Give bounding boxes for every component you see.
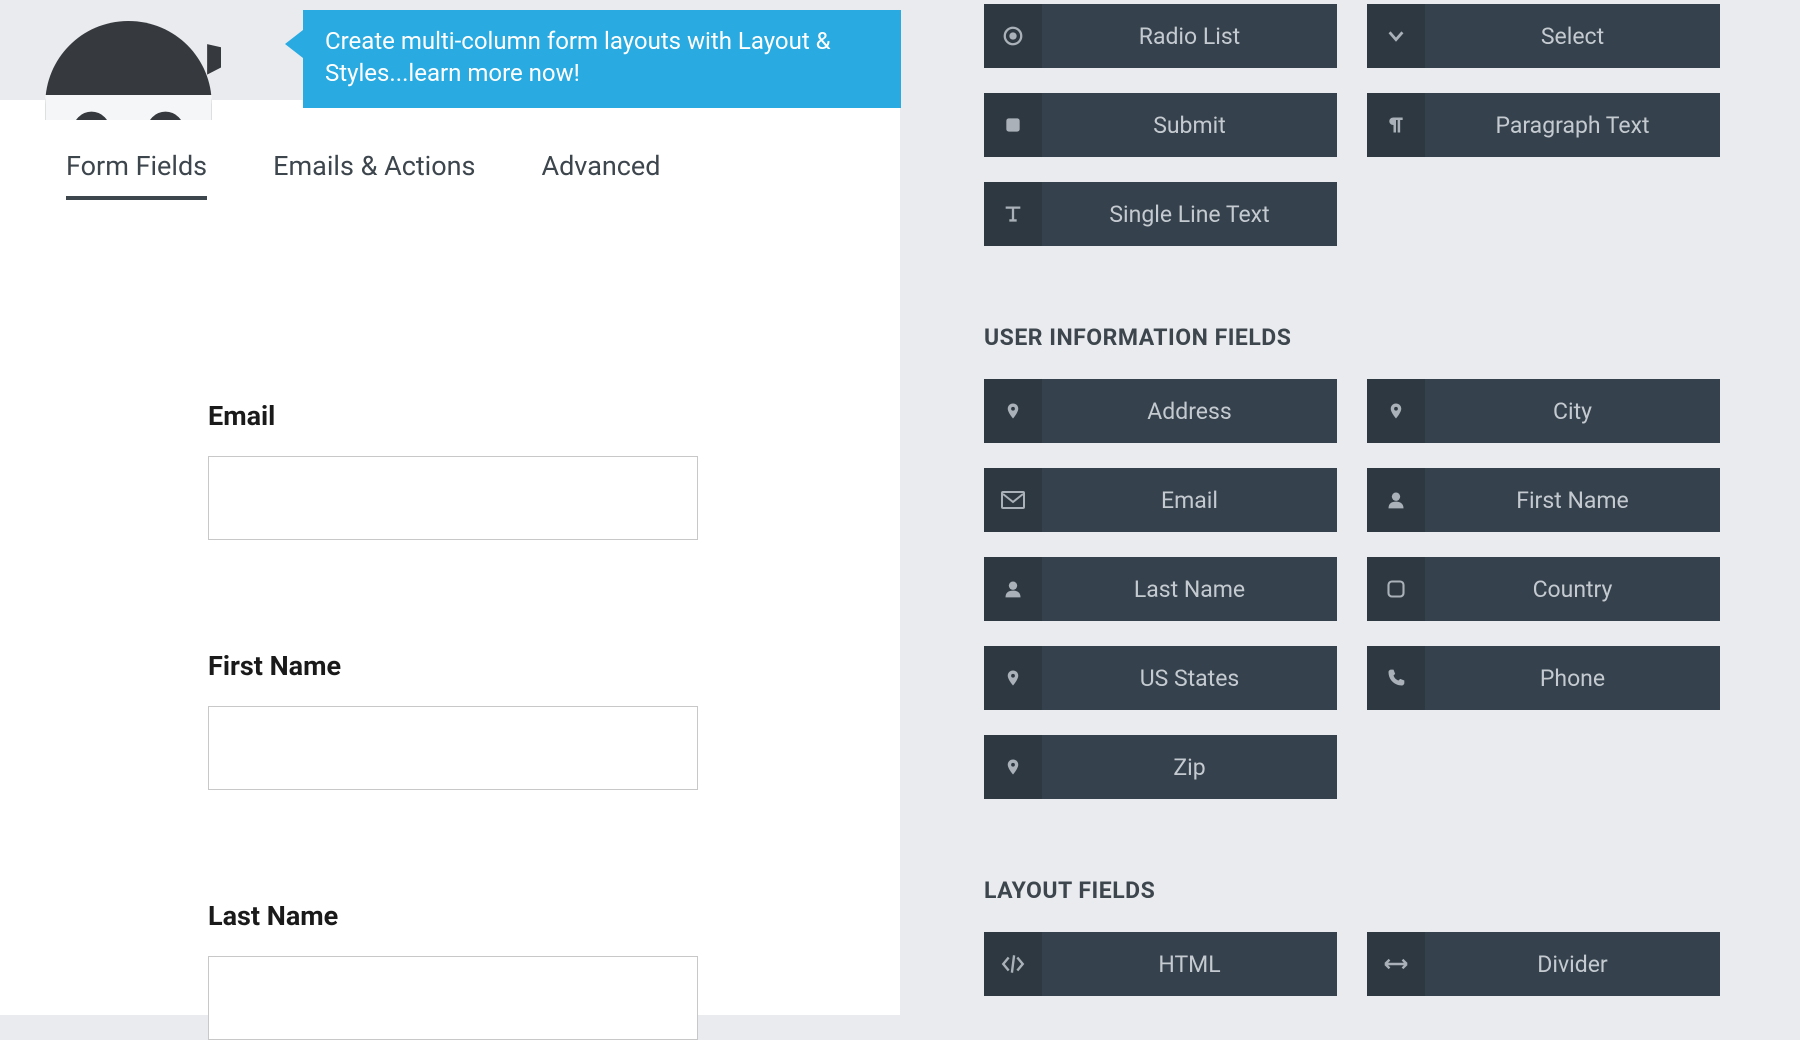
field-type-country[interactable]: Country [1367,557,1720,621]
field-type-us-states[interactable]: US States [984,646,1337,710]
header-band: Create multi-column form layouts with La… [0,0,900,100]
field-type-label: HTML [1042,951,1337,978]
user-icon [1367,468,1425,532]
tab-form-fields[interactable]: Form Fields [66,150,207,200]
ninja-logo [36,20,221,120]
chevron-down-icon [1367,4,1425,68]
field-type-label: First Name [1425,487,1720,514]
field-label: Email [208,400,900,432]
field-type-address[interactable]: Address [984,379,1337,443]
last-name-input[interactable] [208,956,698,1040]
form-preview: Email First Name Last Name [0,200,900,1040]
square-icon [984,93,1042,157]
field-type-last-name[interactable]: Last Name [984,557,1337,621]
map-marker-icon [1367,379,1425,443]
field-type-label: Single Line Text [1042,201,1337,228]
tooltip-text: Create multi-column form layouts with La… [325,27,831,87]
first-name-input[interactable] [208,706,698,790]
field-type-label: Email [1042,487,1337,514]
field-type-divider[interactable]: Divider [1367,932,1720,996]
field-type-city[interactable]: City [1367,379,1720,443]
field-type-label: Radio List [1042,23,1337,50]
envelope-icon [984,468,1042,532]
radio-icon [984,4,1042,68]
tab-label: Emails & Actions [273,150,475,182]
field-type-single-line-text[interactable]: Single Line Text [984,182,1337,246]
map-marker-icon [984,646,1042,710]
tab-label: Form Fields [66,150,207,182]
email-input[interactable] [208,456,698,540]
tab-advanced[interactable]: Advanced [541,150,660,200]
field-type-label: US States [1042,665,1337,692]
field-type-label: Divider [1425,951,1720,978]
code-icon [984,932,1042,996]
field-type-label: Submit [1042,112,1337,139]
form-field-first-name[interactable]: First Name [208,650,900,790]
field-type-label: City [1425,398,1720,425]
paragraph-icon [1367,93,1425,157]
form-field-last-name[interactable]: Last Name [208,900,900,1040]
field-type-select[interactable]: Select [1367,4,1720,68]
field-type-label: Phone [1425,665,1720,692]
user-icon [984,557,1042,621]
section-title-layout: LAYOUT FIELDS [984,877,1740,904]
field-type-label: Address [1042,398,1337,425]
field-type-label: Last Name [1042,576,1337,603]
field-type-label: Select [1425,23,1720,50]
field-type-first-name[interactable]: First Name [1367,468,1720,532]
arrows-h-icon [1367,932,1425,996]
field-palette: Radio List Select Submit Paragraph Text Sing… [900,0,1800,1015]
text-cursor-icon [984,182,1042,246]
section-title-user-info: USER INFORMATION FIELDS [984,324,1740,351]
map-marker-icon [984,735,1042,799]
field-type-email[interactable]: Email [984,468,1337,532]
square-outline-icon [1367,557,1425,621]
field-type-submit[interactable]: Submit [984,93,1337,157]
field-type-radio-list[interactable]: Radio List [984,4,1337,68]
field-type-phone[interactable]: Phone [1367,646,1720,710]
tab-label: Advanced [541,150,660,182]
field-type-zip[interactable]: Zip [984,735,1337,799]
tab-emails-actions[interactable]: Emails & Actions [273,150,475,200]
form-field-email[interactable]: Email [208,400,900,540]
phone-icon [1367,646,1425,710]
field-type-label: Paragraph Text [1425,112,1720,139]
field-type-html[interactable]: HTML [984,932,1337,996]
field-type-label: Country [1425,576,1720,603]
field-label: Last Name [208,900,900,932]
field-label: First Name [208,650,900,682]
map-marker-icon [984,379,1042,443]
field-type-label: Zip [1042,754,1337,781]
promo-tooltip[interactable]: Create multi-column form layouts with La… [303,10,901,108]
field-type-paragraph-text[interactable]: Paragraph Text [1367,93,1720,157]
tabs: Form Fields Emails & Actions Advanced [0,150,900,200]
